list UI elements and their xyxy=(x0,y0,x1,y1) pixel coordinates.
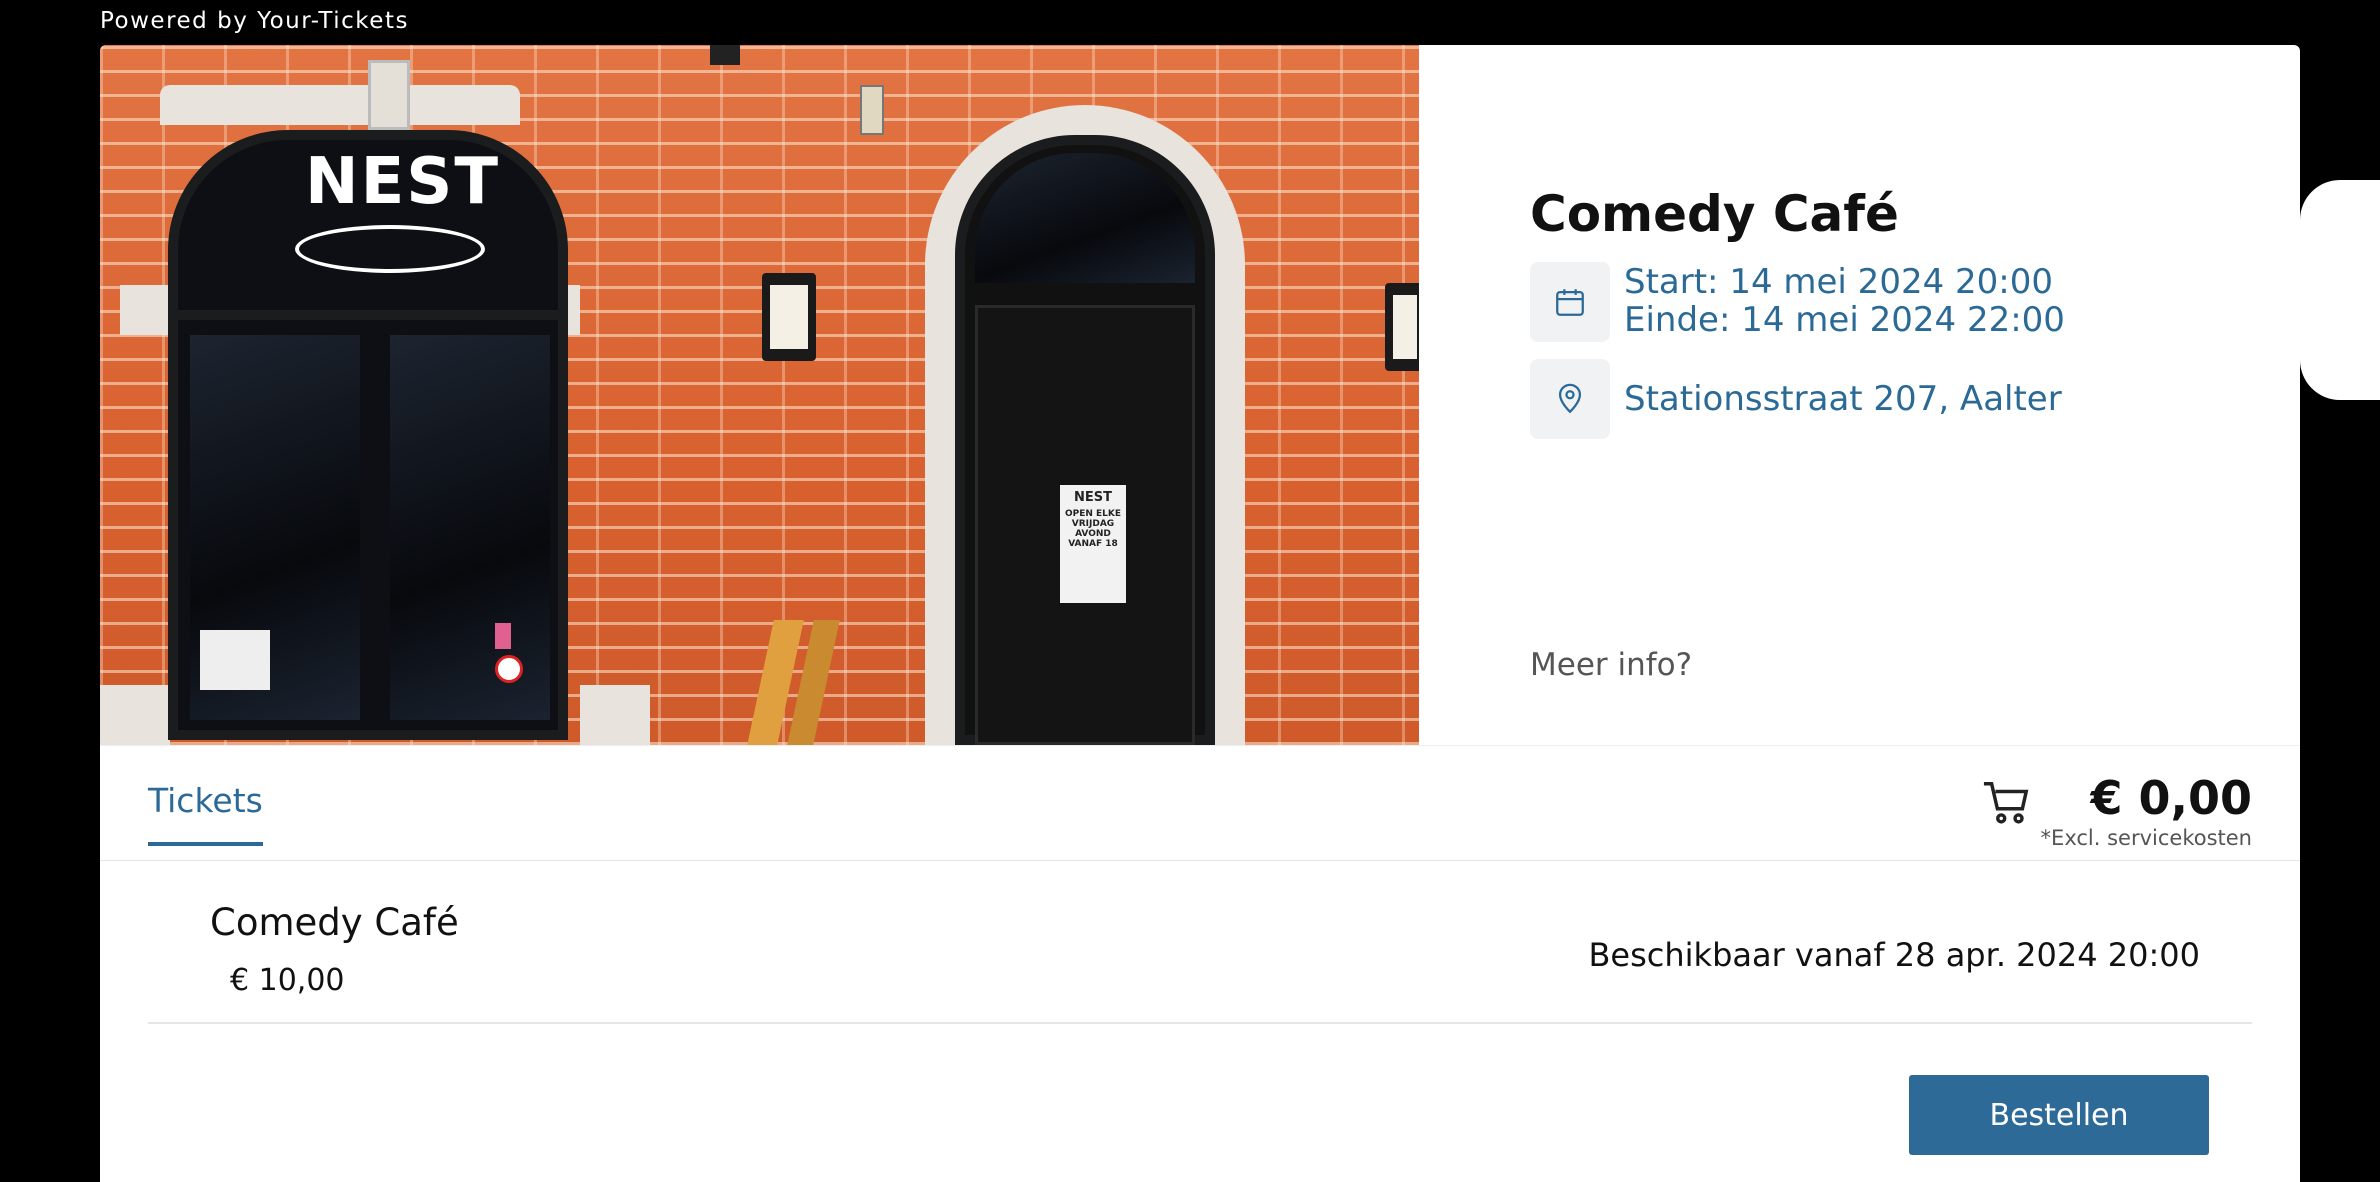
event-location[interactable]: Stationsstraat 207, Aalter xyxy=(1624,380,2062,418)
more-info-link[interactable]: Meer info? xyxy=(1530,647,1692,683)
calendar-icon-box xyxy=(1530,262,1610,342)
service-cost-note: *Excl. servicekosten xyxy=(2040,826,2252,850)
door-poster-text: OPEN ELKE VRIJDAG AVOND VANAF 18 xyxy=(1064,509,1122,549)
cart-total: € 0,00 xyxy=(2090,771,2252,825)
tab-bar: Tickets € 0,00 *Excl. servicekosten xyxy=(100,745,2300,861)
order-button[interactable]: Bestellen xyxy=(1909,1075,2209,1155)
event-title: Comedy Café xyxy=(1530,185,1899,243)
ticket-availability: Beschikbaar vanaf 28 apr. 2024 20:00 xyxy=(1588,936,2200,974)
nest-logo: NEST xyxy=(305,145,501,219)
door-poster: NEST OPEN ELKE VRIJDAG AVOND VANAF 18 xyxy=(1060,485,1126,603)
location-pin-icon xyxy=(1558,383,1582,414)
event-hero-image: NEST NEST OPEN ELKE VRIJDAG AVOND VANAF … xyxy=(100,45,1419,745)
event-end: Einde: 14 mei 2024 22:00 xyxy=(1624,300,2065,340)
event-info: Comedy Café Start: 14 mei 2024 20:00 Ein… xyxy=(1530,45,2290,745)
location-icon-box xyxy=(1530,359,1610,439)
powered-by-label: Powered by Your-Tickets xyxy=(100,8,409,34)
event-dates: Start: 14 mei 2024 20:00 Einde: 14 mei 2… xyxy=(1624,263,2065,339)
ticket-row: Comedy Café € 10,00 Beschikbaar vanaf 28… xyxy=(148,861,2252,1024)
side-decoration xyxy=(2300,180,2380,400)
ticket-price: € 10,00 xyxy=(230,963,345,998)
event-start: Start: 14 mei 2024 20:00 xyxy=(1624,262,2054,302)
tab-tickets[interactable]: Tickets xyxy=(148,781,263,846)
door-poster-title: NEST xyxy=(1074,490,1112,505)
ticket-name: Comedy Café xyxy=(210,901,459,944)
cart-icon[interactable] xyxy=(1982,779,2032,827)
calendar-icon xyxy=(1556,289,1584,316)
event-card: NEST NEST OPEN ELKE VRIJDAG AVOND VANAF … xyxy=(100,45,2300,1182)
